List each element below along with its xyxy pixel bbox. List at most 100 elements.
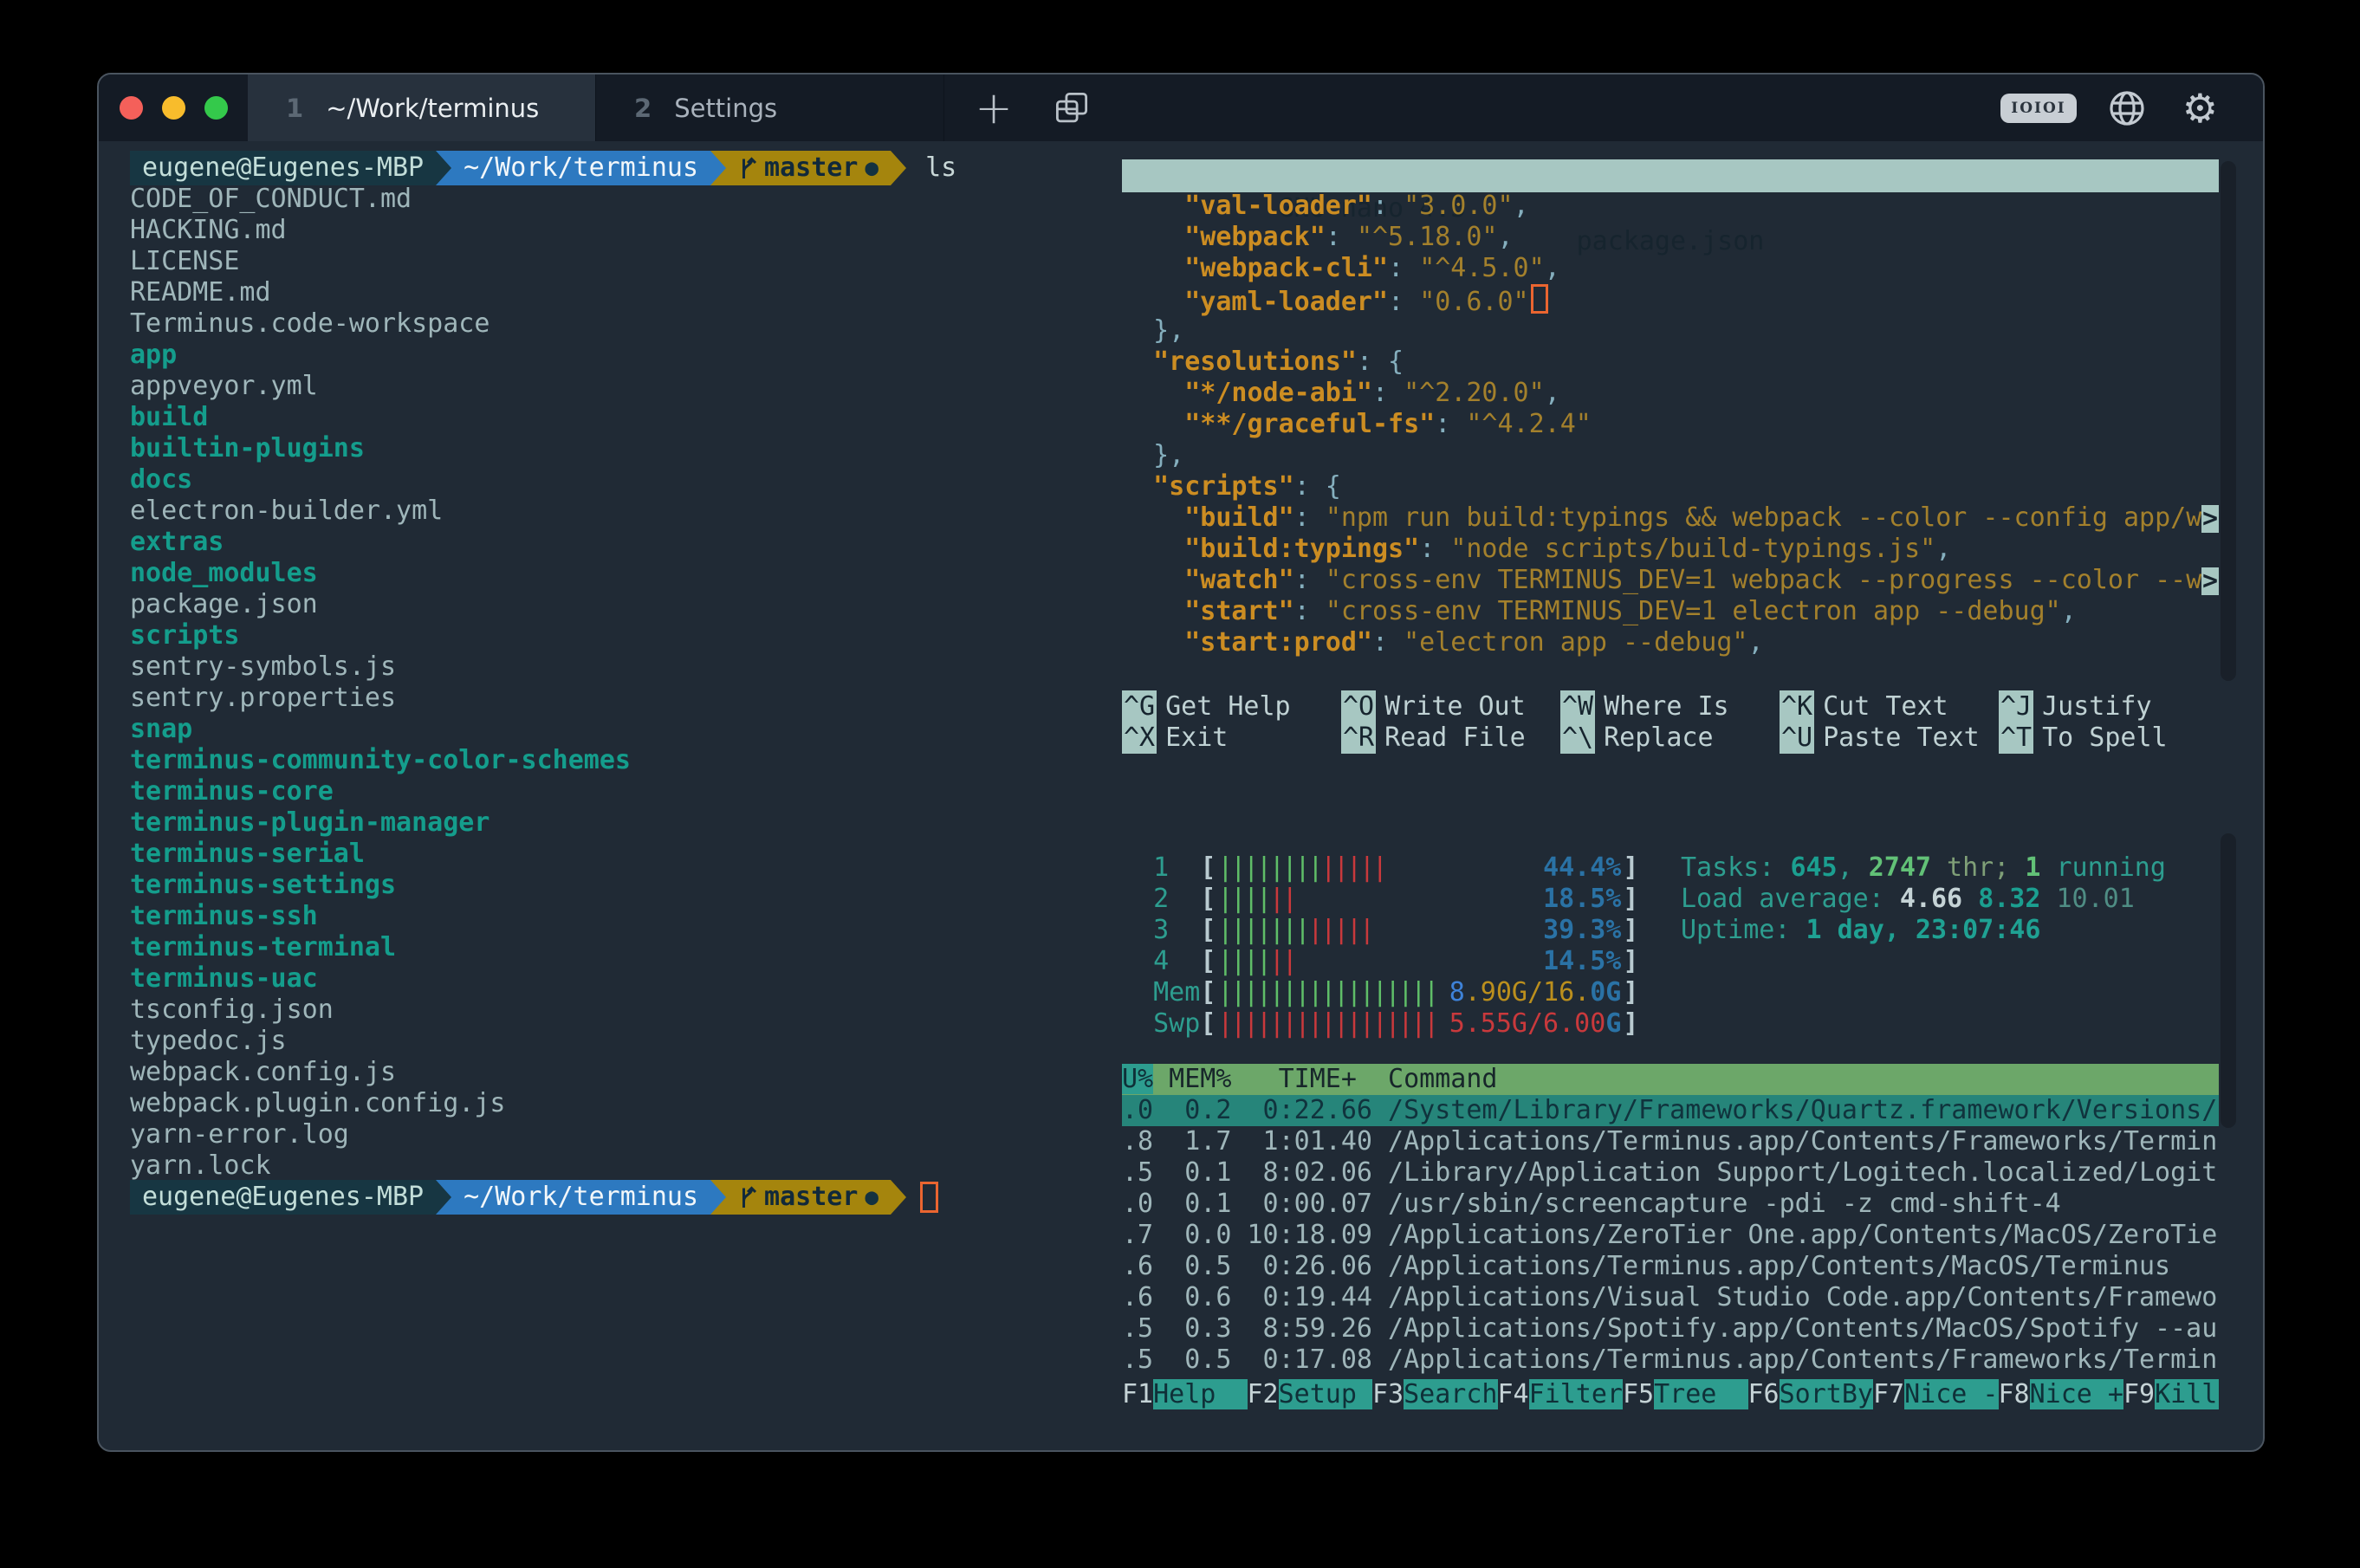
process-row[interactable]: .6 0.5 0:26.06 /Applications/Terminus.ap… bbox=[1122, 1251, 2219, 1282]
file-entry: sentry-symbols.js bbox=[130, 651, 1109, 683]
scrollbar-nano-pane[interactable] bbox=[2221, 161, 2236, 681]
duplicate-tab-button[interactable] bbox=[1033, 75, 1111, 141]
powerline-arrow bbox=[891, 151, 906, 185]
file-entry: yarn-error.log bbox=[130, 1119, 1109, 1150]
file-entry: webpack.plugin.config.js bbox=[130, 1088, 1109, 1119]
nano-line: "watch": "cross-env TERMINUS_DEV=1 webpa… bbox=[1122, 565, 2219, 596]
tab-title: Settings bbox=[674, 94, 777, 123]
file-entry: package.json bbox=[130, 589, 1109, 620]
process-row[interactable]: .7 0.0 10:18.09 /Applications/ZeroTier O… bbox=[1122, 1220, 2219, 1251]
nano-line: }, bbox=[1122, 315, 2219, 347]
htop-meter: 2 [||||||18.5%] bbox=[1122, 884, 1638, 915]
htop-info-line: Tasks: 645, 2747 thr; 1 running bbox=[1681, 852, 2166, 884]
git-dirty-indicator: ● bbox=[865, 1180, 879, 1215]
minimize-window-button[interactable] bbox=[162, 96, 185, 120]
powerline-arrow bbox=[710, 151, 726, 185]
prompt-path: ~/Work/terminus bbox=[451, 1180, 710, 1215]
file-entry: sentry.properties bbox=[130, 683, 1109, 714]
process-row[interactable]: .5 0.3 8:59.26 /Applications/Spotify.app… bbox=[1122, 1313, 2219, 1344]
htop-info-line: Load average: 4.66 8.32 10.01 bbox=[1681, 884, 2166, 915]
file-entry: README.md bbox=[130, 277, 1109, 308]
git-branch-name: master bbox=[764, 1180, 858, 1215]
dir-entry: app bbox=[130, 340, 1109, 371]
git-branch-icon bbox=[738, 155, 757, 181]
nano-lines: "val-loader": "3.0.0", "webpack": "^5.18… bbox=[1122, 191, 2219, 658]
dir-entry: terminus-serial bbox=[130, 839, 1109, 870]
nano-shortcut: ^WWhere Is bbox=[1560, 692, 1780, 723]
nano-line: "val-loader": "3.0.0", bbox=[1122, 191, 2219, 222]
tab-settings[interactable]: 2 Settings bbox=[596, 75, 944, 141]
tab-work-terminus[interactable]: 1 ~/Work/terminus bbox=[248, 75, 596, 141]
terminal-pane-htop[interactable]: 1 [|||||||||||||44.4%] 2 [||||||18.5%] 3… bbox=[1122, 852, 2240, 1421]
fkey-item: F4Filter bbox=[1498, 1379, 1624, 1409]
nano-shortcut: ^\Replace bbox=[1560, 723, 1780, 755]
dir-entry: docs bbox=[130, 464, 1109, 496]
process-row[interactable]: .5 0.5 0:17.08 /Applications/Terminus.ap… bbox=[1122, 1344, 2219, 1376]
process-row[interactable]: .6 0.6 0:19.44 /Applications/Visual Stud… bbox=[1122, 1282, 2219, 1313]
tab-index: 2 bbox=[634, 94, 652, 123]
serial-ports-button[interactable]: IOIOI bbox=[2000, 94, 2076, 123]
tabbar-spacer bbox=[1111, 75, 2000, 141]
dir-entry: builtin-plugins bbox=[130, 433, 1109, 464]
nano-line: "start": "cross-env TERMINUS_DEV=1 elect… bbox=[1122, 596, 2219, 627]
nano-shortcut: ^RRead File bbox=[1341, 723, 1560, 755]
dir-entry: build bbox=[130, 402, 1109, 433]
process-row[interactable]: .8 1.7 1:01.40 /Applications/Terminus.ap… bbox=[1122, 1126, 2219, 1157]
fkey-item: F6SortBy bbox=[1748, 1379, 1874, 1409]
close-window-button[interactable] bbox=[120, 96, 143, 120]
nano-shortcut: ^OWrite Out bbox=[1341, 692, 1560, 723]
dir-entry: snap bbox=[130, 714, 1109, 745]
settings-button[interactable]: ⚙ bbox=[2182, 85, 2218, 132]
process-row[interactable]: .5 0.1 8:02.06 /Library/Application Supp… bbox=[1122, 1157, 2219, 1189]
process-table-header[interactable]: U% MEM% TIME+ Command bbox=[1122, 1064, 2219, 1095]
dir-entry: terminus-terminal bbox=[130, 932, 1109, 963]
nano-cursor bbox=[1531, 284, 1548, 314]
git-branch-icon bbox=[738, 1184, 757, 1210]
window-controls bbox=[99, 75, 248, 141]
new-tab-button[interactable]: + bbox=[955, 75, 1033, 141]
nano-line: }, bbox=[1122, 440, 2219, 471]
fkey-item: F1Help bbox=[1122, 1379, 1248, 1409]
nano-line: "build": "npm run build:typings && webpa… bbox=[1122, 502, 2219, 534]
htop-meter: 1 [|||||||||||||44.4%] bbox=[1122, 852, 1638, 884]
file-entry: HACKING.md bbox=[130, 215, 1109, 246]
dir-entry: extras bbox=[130, 527, 1109, 558]
powerline-arrow bbox=[436, 151, 451, 185]
prompt-user: eugene@Eugenes-MBP bbox=[130, 1180, 436, 1215]
prompt-git: master● bbox=[726, 151, 891, 185]
prompt-path: ~/Work/terminus bbox=[451, 151, 710, 185]
gear-icon: ⚙ bbox=[2182, 85, 2218, 132]
nano-line: "webpack": "^5.18.0", bbox=[1122, 222, 2219, 253]
nano-line: "start:prod": "electron app --debug", bbox=[1122, 627, 2219, 658]
nano-line: "yaml-loader": "0.6.0" bbox=[1122, 284, 2219, 315]
file-entry: Terminus.code-workspace bbox=[130, 308, 1109, 340]
ssh-connections-button[interactable] bbox=[2106, 87, 2148, 129]
htop-fkey-bar: F1Help F2Setup F3SearchF4FilterF5Tree F6… bbox=[1122, 1379, 2219, 1412]
terminal-cursor bbox=[920, 1182, 938, 1213]
fkey-item: F7Nice - bbox=[1873, 1379, 1999, 1409]
htop-info-line: Uptime: 1 day, 23:07:46 bbox=[1681, 915, 2166, 946]
maximize-window-button[interactable] bbox=[204, 96, 228, 120]
file-entry: tsconfig.json bbox=[130, 995, 1109, 1026]
powerline-arrow bbox=[710, 1180, 726, 1215]
screen: 1 ~/Work/terminus 2 Settings + bbox=[0, 0, 2360, 1568]
fkey-item: F9Kill bbox=[2123, 1379, 2219, 1409]
nano-shortcuts-row1: ^GGet Help^OWrite Out^WWhere Is^KCut Tex… bbox=[1122, 691, 2240, 722]
tab-bar: 1 ~/Work/terminus 2 Settings + bbox=[99, 75, 2263, 141]
nano-line: "scripts": { bbox=[1122, 471, 2219, 502]
typed-command: ls bbox=[925, 152, 956, 184]
nano-shortcut: ^GGet Help bbox=[1122, 692, 1341, 723]
scrollbar-htop-pane[interactable] bbox=[2221, 833, 2236, 1128]
globe-icon bbox=[2106, 87, 2148, 129]
powerline-arrow bbox=[891, 1180, 906, 1215]
fkey-item: F2Setup bbox=[1248, 1379, 1373, 1409]
process-row[interactable]: .0 0.2 0:22.66 /System/Library/Framework… bbox=[1122, 1095, 2219, 1126]
process-row[interactable]: .0 0.1 0:00.07 /usr/sbin/screencapture -… bbox=[1122, 1189, 2219, 1220]
nano-shortcut: ^KCut Text bbox=[1780, 692, 1999, 723]
terminal-pane-nano[interactable]: GNU nano 4.5 package.json "val-loader": … bbox=[1122, 152, 2240, 759]
htop-process-table: U% MEM% TIME+ Command.0 0.2 0:22.66 /Sys… bbox=[1122, 1064, 2219, 1376]
git-dirty-indicator: ● bbox=[865, 151, 879, 185]
serial-icon: IOIOI bbox=[2011, 100, 2065, 117]
file-entry: LICENSE bbox=[130, 246, 1109, 277]
terminal-pane-left[interactable]: eugene@Eugenes-MBP ~/Work/terminus maste… bbox=[130, 152, 1109, 1213]
